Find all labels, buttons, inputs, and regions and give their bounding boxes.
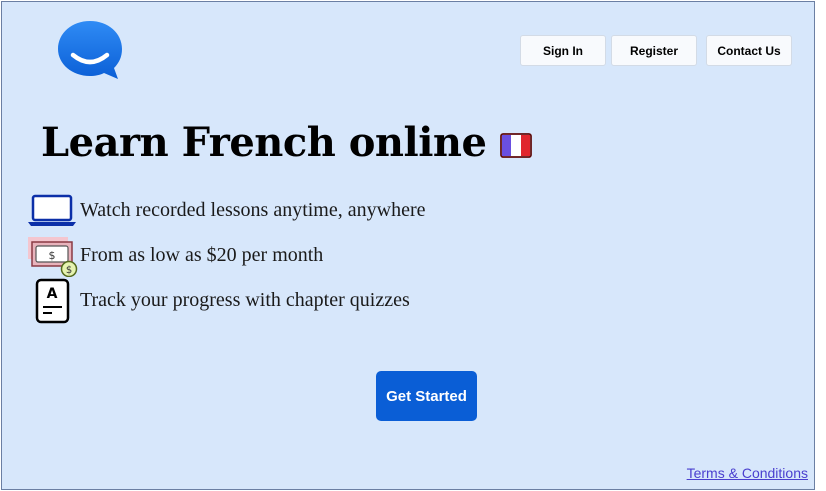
get-started-button[interactable]: Get Started xyxy=(376,371,477,421)
money-icon: $ $ xyxy=(26,235,78,277)
list-item: $ $ From as low as $20 per month xyxy=(26,233,425,278)
feature-text: Watch recorded lessons anytime, anywhere xyxy=(80,199,426,221)
top-nav: Sign In Register Contact Us xyxy=(520,35,792,66)
feature-list: Watch recorded lessons anytime, anywhere… xyxy=(26,188,425,323)
register-button[interactable]: Register xyxy=(611,35,697,66)
svg-text:$: $ xyxy=(66,265,72,276)
sign-in-button[interactable]: Sign In xyxy=(520,35,606,66)
quiz-sheet-icon: A xyxy=(26,278,78,323)
terms-link[interactable]: Terms & Conditions xyxy=(687,465,808,481)
hero-headline: Learn French online xyxy=(41,119,533,166)
contact-us-button[interactable]: Contact Us xyxy=(706,35,792,66)
feature-text: From as low as $20 per month xyxy=(80,244,324,266)
chat-bubble-smile-icon[interactable] xyxy=(56,19,126,83)
svg-text:$: $ xyxy=(49,249,56,262)
list-item: A Track your progress with chapter quizz… xyxy=(26,278,425,323)
svg-text:A: A xyxy=(47,286,58,302)
landing-page: Sign In Register Contact Us Learn French… xyxy=(1,1,815,490)
list-item: Watch recorded lessons anytime, anywhere xyxy=(26,188,425,233)
feature-text: Track your progress with chapter quizzes xyxy=(80,289,410,311)
page-title: Learn French online xyxy=(41,119,487,166)
laptop-icon xyxy=(26,190,78,232)
french-flag-icon xyxy=(500,133,533,158)
